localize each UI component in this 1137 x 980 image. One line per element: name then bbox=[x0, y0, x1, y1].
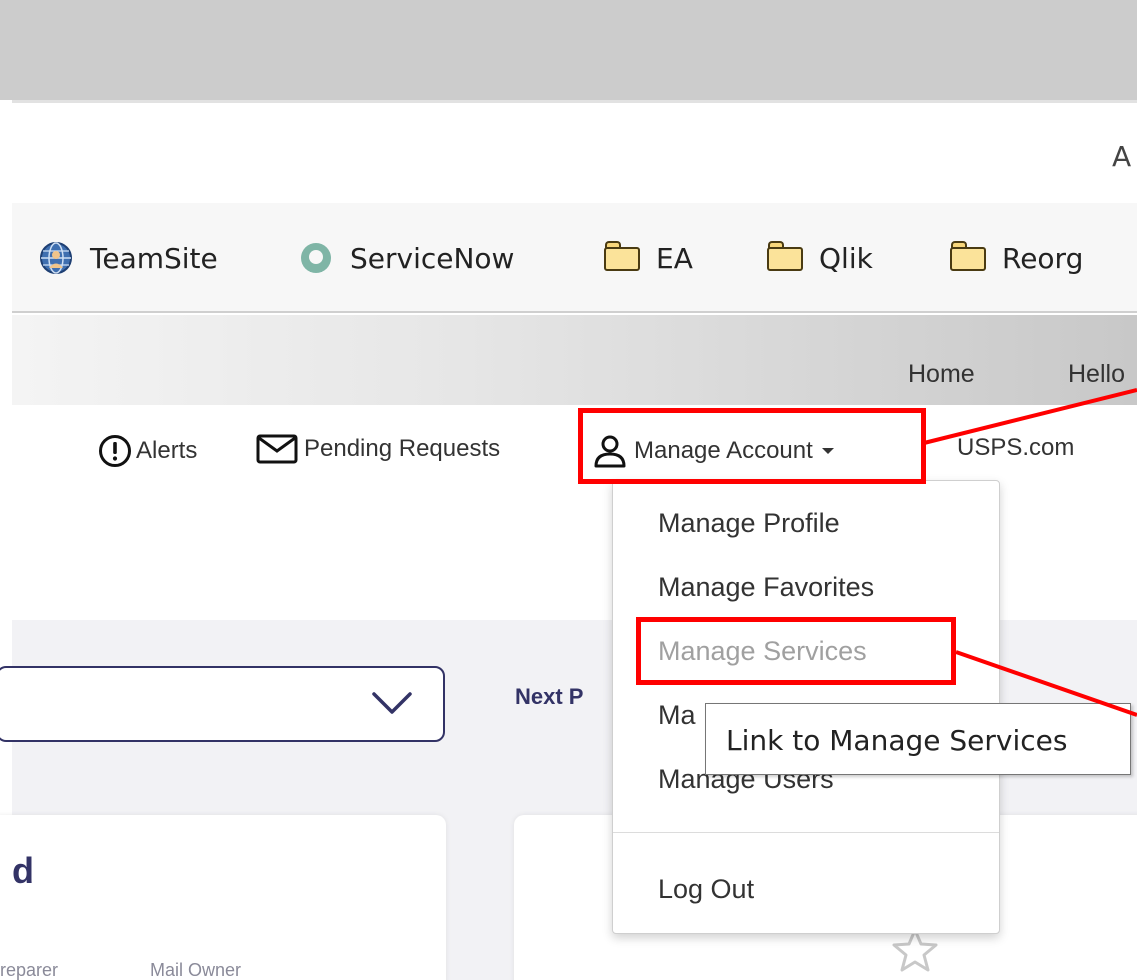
annotation-arrows bbox=[923, 388, 1137, 717]
